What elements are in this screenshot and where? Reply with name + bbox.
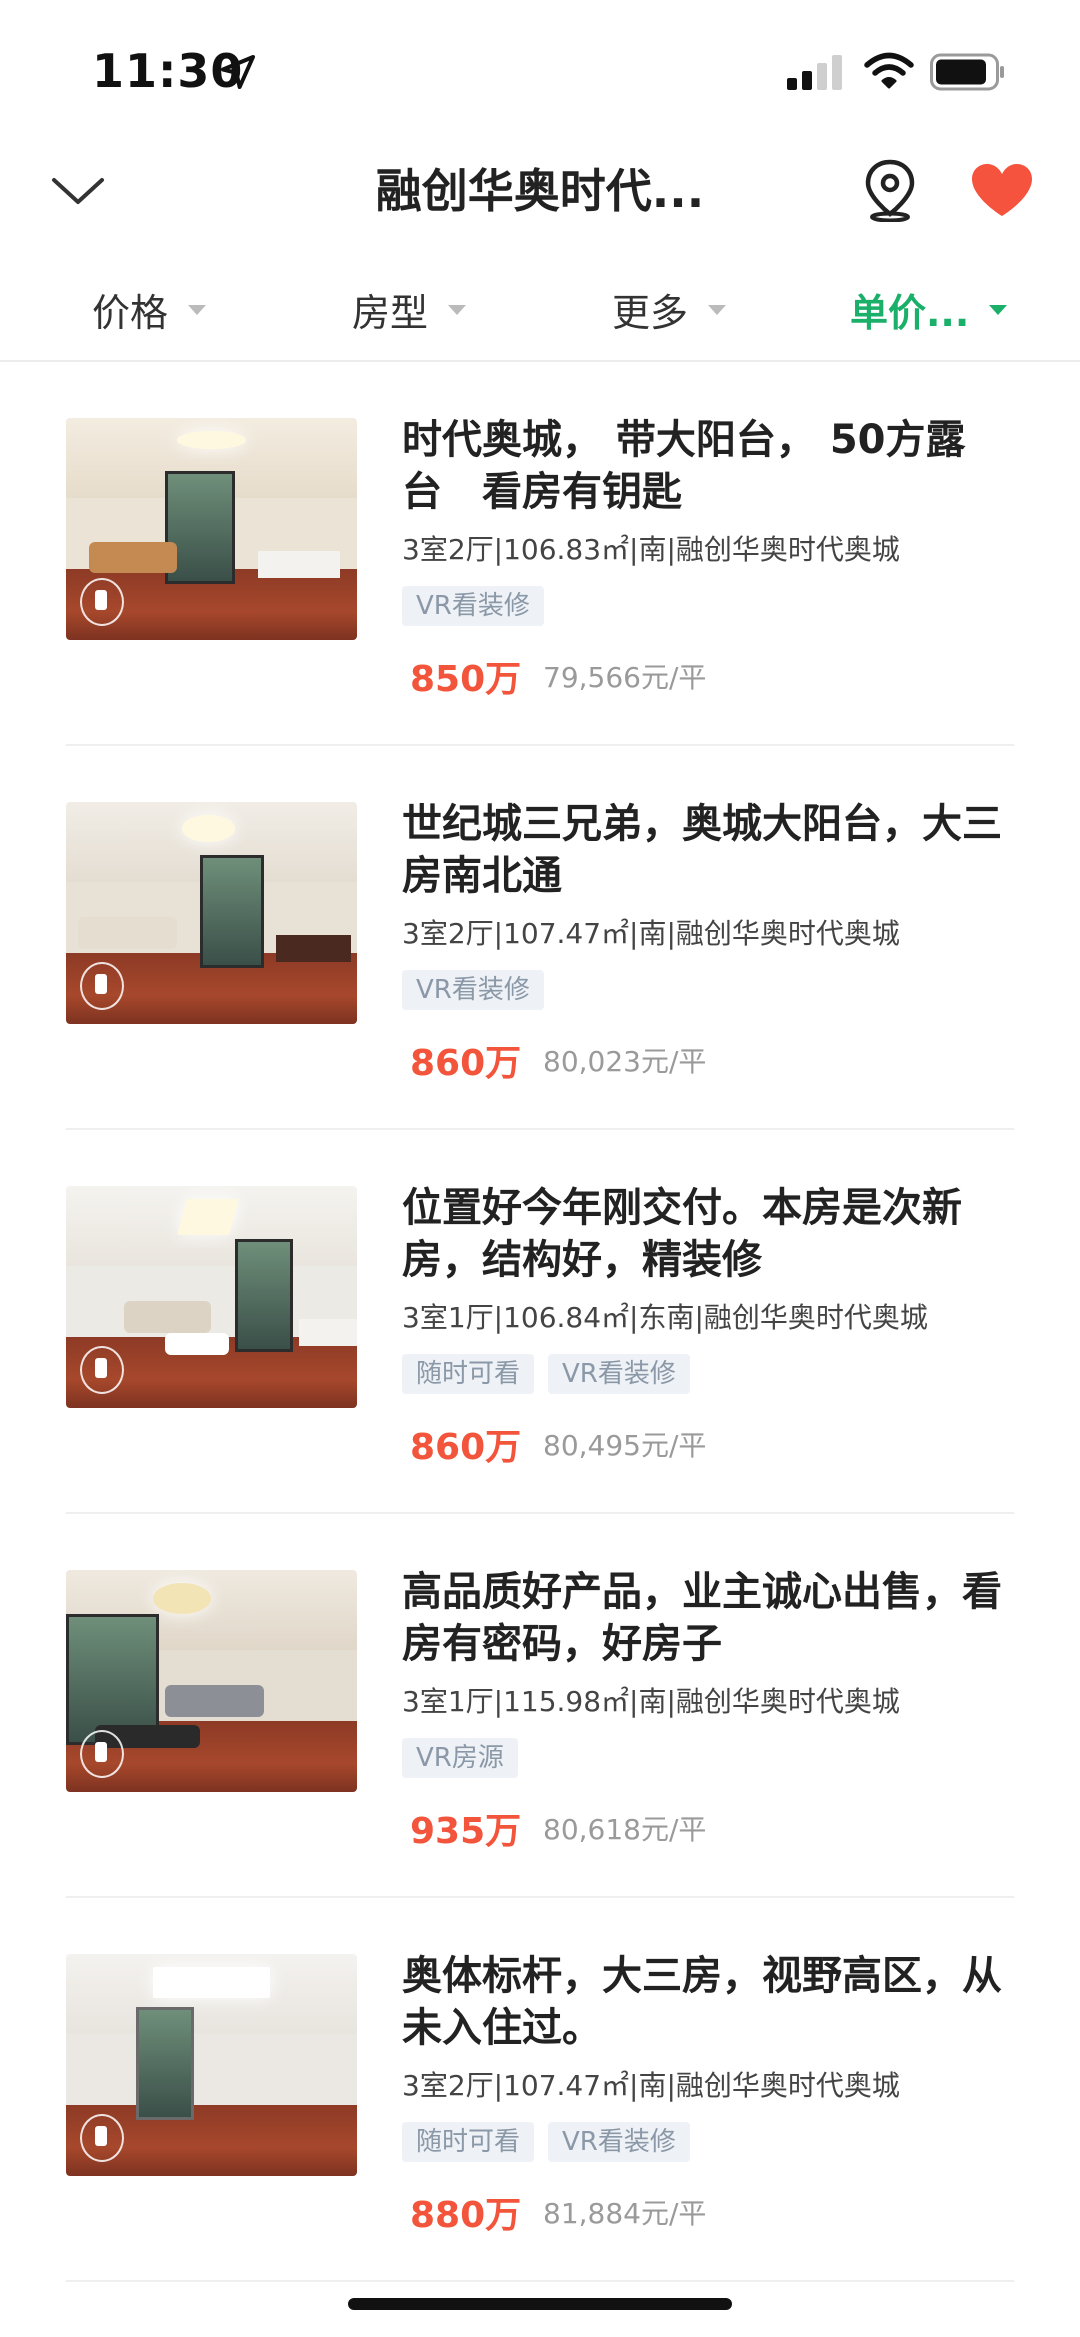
listing-card[interactable]: 奥体标杆，大三房，视野高区，从未入住过。 3室2厅|107.47㎡|南|融创华奥… — [0, 1898, 1080, 2282]
vr-icon — [80, 1346, 124, 1394]
filter-price[interactable]: 价格 — [92, 282, 207, 337]
tag-vr-decor: VR看装修 — [402, 586, 544, 626]
listing-title: 高品质好产品，业主诚心出售，看房有密码，好房子 — [402, 1569, 1002, 1667]
listing-price: 860万 — [410, 1427, 522, 1468]
tag-vr-decor: VR看装修 — [402, 970, 544, 1010]
listing-list: 时代奥城， 带大阳台， 50方露台 看房有钥匙 3室2厅|106.83㎡|南|融… — [0, 362, 1080, 2282]
listing-card[interactable]: 世纪城三兄弟，奥城大阳台，大三房南北通 3室2厅|107.47㎡|南|融创华奥时… — [0, 746, 1080, 1130]
listing-photo — [66, 1954, 357, 2176]
listing-unit-price: 81,884元/平 — [543, 2197, 707, 2230]
listing-unit-price: 80,618元/平 — [543, 1813, 707, 1846]
caret-down-icon — [989, 304, 1008, 315]
filter-unit-price[interactable]: 单价... — [850, 282, 1008, 337]
caret-down-icon — [188, 304, 207, 315]
page-title: 融创华奥时代... — [375, 164, 705, 218]
status-bar: 11:30 — [0, 0, 1080, 140]
location-arrow-icon — [221, 55, 255, 89]
listing-tags: 随时可看 VR看装修 — [402, 2122, 704, 2162]
listing-meta: 3室2厅|107.47㎡|南|融创华奥时代奥城 — [402, 2069, 900, 2102]
battery-icon — [930, 53, 1004, 91]
listing-meta: 3室1厅|115.98㎡|南|融创华奥时代奥城 — [402, 1685, 900, 1718]
tag-vr-listing: VR房源 — [402, 1738, 518, 1778]
tag-anytime-viewing: 随时可看 — [402, 1354, 535, 1394]
vr-icon — [80, 578, 124, 626]
listing-title: 奥体标杆，大三房，视野高区，从未入住过。 — [402, 1953, 1002, 2051]
filter-more[interactable]: 更多 — [612, 282, 727, 337]
filter-label: 单价... — [850, 291, 970, 335]
home-indicator — [348, 2298, 732, 2310]
cellular-signal-icon — [787, 55, 842, 90]
listing-price: 935万 — [410, 1811, 522, 1852]
listing-card[interactable]: 时代奥城， 带大阳台， 50方露台 看房有钥匙 3室2厅|106.83㎡|南|融… — [0, 362, 1080, 746]
listing-meta: 3室1厅|106.84㎡|东南|融创华奥时代奥城 — [402, 1301, 928, 1334]
listing-tags: VR房源 — [402, 1738, 532, 1778]
filter-label: 房型 — [352, 291, 429, 335]
listing-unit-price: 80,495元/平 — [543, 1429, 707, 1462]
filter-label: 价格 — [92, 291, 169, 335]
listing-meta: 3室2厅|106.83㎡|南|融创华奥时代奥城 — [402, 533, 900, 566]
listing-price: 850万 — [410, 659, 522, 700]
listing-price: 880万 — [410, 2195, 522, 2236]
tag-vr-decor: VR看装修 — [548, 1354, 690, 1394]
listing-photo — [66, 802, 357, 1024]
listing-meta: 3室2厅|107.47㎡|南|融创华奥时代奥城 — [402, 917, 900, 950]
listing-tags: VR看装修 — [402, 970, 558, 1010]
filter-label: 更多 — [612, 291, 689, 335]
tag-anytime-viewing: 随时可看 — [402, 2122, 535, 2162]
vr-icon — [80, 2114, 124, 2162]
map-pin-icon[interactable] — [862, 158, 918, 222]
listing-title: 世纪城三兄弟，奥城大阳台，大三房南北通 — [402, 801, 1002, 899]
filter-layout[interactable]: 房型 — [352, 282, 467, 337]
listing-tags: 随时可看 VR看装修 — [402, 1354, 704, 1394]
divider — [66, 2280, 1014, 2282]
caret-down-icon — [708, 304, 727, 315]
caret-down-icon — [448, 304, 467, 315]
listing-tags: VR看装修 — [402, 586, 558, 626]
listing-unit-price: 79,566元/平 — [543, 661, 707, 694]
listing-price: 860万 — [410, 1043, 522, 1084]
listing-title: 位置好今年刚交付。本房是次新房，结构好，精装修 — [402, 1185, 962, 1283]
tag-vr-decor: VR看装修 — [548, 2122, 690, 2162]
listing-photo — [66, 1570, 357, 1792]
listing-card[interactable]: 高品质好产品，业主诚心出售，看房有密码，好房子 3室1厅|115.98㎡|南|融… — [0, 1514, 1080, 1898]
vr-icon — [80, 1730, 124, 1778]
listing-title: 时代奥城， 带大阳台， 50方露台 看房有钥匙 — [402, 417, 966, 515]
listing-unit-price: 80,023元/平 — [543, 1045, 707, 1078]
listing-photo — [66, 418, 357, 640]
wifi-icon — [864, 52, 914, 89]
heart-icon[interactable] — [970, 162, 1034, 218]
vr-icon — [80, 962, 124, 1010]
listing-card[interactable]: 位置好今年刚交付。本房是次新房，结构好，精装修 3室1厅|106.84㎡|东南|… — [0, 1130, 1080, 1514]
listing-photo — [66, 1186, 357, 1408]
chevron-down-icon[interactable] — [50, 172, 106, 212]
